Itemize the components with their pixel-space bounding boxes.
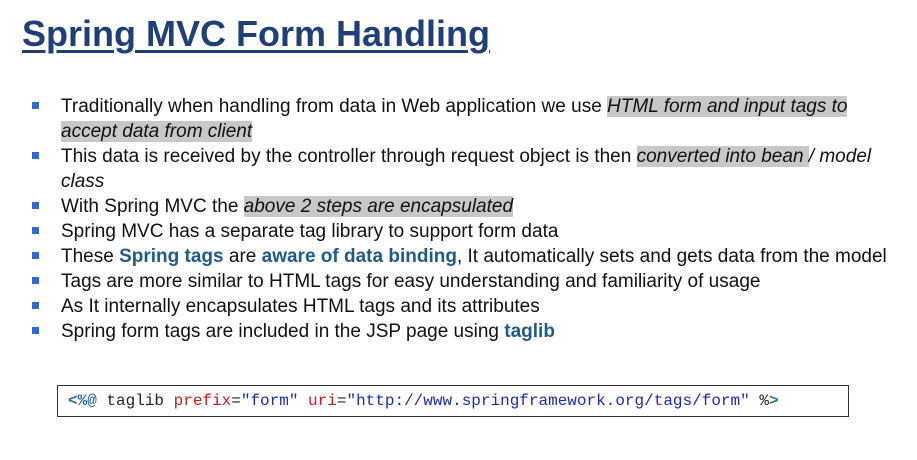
- bullet-keyword: Spring tags: [119, 246, 224, 267]
- bullet-item: Spring MVC has a separate tag library to…: [30, 219, 890, 244]
- bullet-keyword: taglib: [504, 321, 555, 342]
- bullet-text: are: [223, 246, 262, 267]
- bullet-item: With Spring MVC the above 2 steps are en…: [30, 194, 890, 219]
- bullet-highlight: above 2 steps are encapsulated: [243, 196, 514, 217]
- bullet-text: Spring form tags are included in the JSP…: [61, 321, 505, 342]
- bullet-item: As It internally encapsulates HTML tags …: [30, 294, 890, 319]
- bullet-text: Traditionally when handling from data in…: [61, 96, 608, 117]
- square-bullet-icon: [32, 102, 39, 109]
- bullet-item: Tags are more similar to HTML tags for e…: [30, 269, 890, 294]
- bullet-text: This data is received by the controller …: [61, 146, 637, 167]
- bullet-item: Traditionally when handling from data in…: [30, 94, 890, 144]
- bullet-item: These Spring tags are aware of data bind…: [30, 244, 890, 269]
- bullet-highlight: converted into bean: [636, 146, 809, 167]
- bullet-text: As It internally encapsulates HTML tags …: [61, 296, 540, 317]
- slide: Spring MVC Form Handling Traditionally w…: [0, 0, 917, 460]
- code-snippet-box: <%@ taglib prefix="form" uri="http://www…: [57, 385, 849, 417]
- code-directive: taglib: [96, 392, 174, 410]
- code-attr-uri: uri: [298, 392, 337, 410]
- bullet-text: Spring MVC has a separate tag library to…: [61, 221, 559, 242]
- bullet-text: Tags are more similar to HTML tags for e…: [61, 271, 761, 292]
- square-bullet-icon: [32, 227, 39, 234]
- bullet-item: This data is received by the controller …: [30, 144, 890, 194]
- slide-title: Spring MVC Form Handling: [22, 13, 490, 54]
- bullet-keyword: aware of data binding: [261, 246, 457, 267]
- bullet-text: With Spring MVC the: [61, 196, 244, 217]
- square-bullet-icon: [32, 277, 39, 284]
- bullet-list: Traditionally when handling from data in…: [30, 94, 890, 344]
- code-value-uri: "http://www.springframework.org/tags/for…: [346, 392, 750, 410]
- code-open-delimiter: <%@: [68, 392, 97, 410]
- code-value-prefix: "form": [240, 392, 299, 410]
- bullet-text: These: [61, 246, 120, 267]
- square-bullet-icon: [32, 202, 39, 209]
- bullet-text: , It automatically sets and gets data fr…: [456, 246, 887, 267]
- code-attr-prefix: prefix: [173, 392, 232, 410]
- bullet-item: Spring form tags are included in the JSP…: [30, 319, 890, 344]
- code-close-percent: %: [749, 392, 769, 410]
- code-equals: =: [231, 392, 241, 410]
- square-bullet-icon: [32, 327, 39, 334]
- square-bullet-icon: [32, 252, 39, 259]
- code-close-delimiter: >: [768, 392, 779, 410]
- square-bullet-icon: [32, 152, 39, 159]
- square-bullet-icon: [32, 302, 39, 309]
